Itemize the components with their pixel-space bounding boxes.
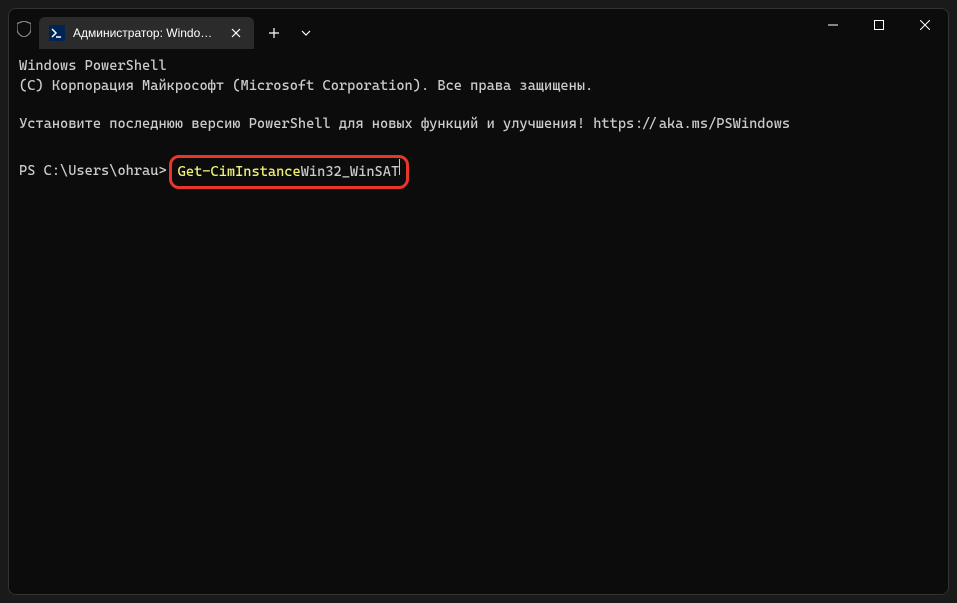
command-argument: Win32_WinSAT [301, 163, 399, 183]
powershell-icon [49, 25, 65, 41]
tab-dropdown-button[interactable] [290, 17, 322, 49]
command-cmdlet: Get-CimInstance [178, 163, 301, 183]
admin-shield-icon [9, 9, 39, 49]
terminal-output-line: Установите последнюю версию PowerShell д… [19, 115, 938, 135]
command-highlight: Get-CimInstance Win32_WinSAT [169, 155, 409, 190]
titlebar: Администратор: Windows Po [9, 9, 948, 49]
prompt-text: PS C:\Users\ohrau> [19, 162, 167, 182]
shield-icon [17, 21, 31, 37]
terminal-output-line: Windows PowerShell [19, 57, 938, 77]
terminal-body[interactable]: Windows PowerShell (C) Корпорация Майкро… [9, 49, 948, 594]
prompt-line: PS C:\Users\ohrau> Get-CimInstance Win32… [19, 155, 938, 190]
terminal-output-line: (C) Корпорация Майкрософт (Microsoft Cor… [19, 77, 938, 97]
tab-close-button[interactable] [228, 25, 244, 41]
new-tab-button[interactable] [258, 17, 290, 49]
tab-powershell[interactable]: Администратор: Windows Po [39, 17, 254, 49]
blank-line [19, 135, 938, 154]
terminal-window: Администратор: Windows Po [8, 8, 949, 595]
tab-title: Администратор: Windows Po [73, 26, 220, 40]
close-icon [920, 20, 930, 30]
minimize-button[interactable] [810, 9, 856, 41]
titlebar-left: Администратор: Windows Po [9, 9, 322, 49]
maximize-icon [874, 20, 884, 30]
close-window-button[interactable] [902, 9, 948, 41]
chevron-down-icon [301, 30, 311, 36]
blank-line [19, 96, 938, 115]
window-controls [810, 9, 948, 49]
maximize-button[interactable] [856, 9, 902, 41]
text-cursor [399, 159, 400, 175]
minimize-icon [828, 20, 838, 30]
plus-icon [268, 27, 280, 39]
close-icon [231, 28, 241, 38]
